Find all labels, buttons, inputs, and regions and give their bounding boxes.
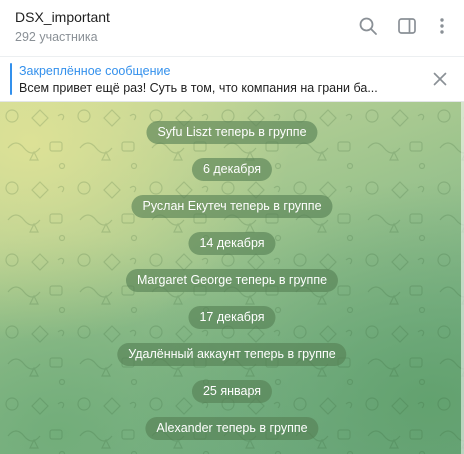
more-button[interactable]	[430, 14, 454, 38]
date-separator[interactable]: 17 декабря	[188, 306, 276, 329]
message-list: Syfu Liszt теперь в группе 6 декабря Рус…	[0, 102, 464, 454]
pinned-message-bar[interactable]: Закреплённое сообщение Всем привет ещё р…	[0, 56, 464, 102]
more-vertical-icon	[440, 18, 444, 34]
chat-header: DSX_important 292 участника	[0, 0, 464, 56]
service-message: Руслан Екутеч теперь в группе	[131, 195, 333, 218]
pinned-title: Закреплённое сообщение	[19, 64, 171, 78]
service-message: Alexander теперь в группе	[145, 417, 319, 440]
member-count[interactable]: 292 участника	[15, 30, 98, 44]
date-separator[interactable]: 6 декабря	[191, 158, 273, 181]
close-icon	[433, 72, 447, 86]
pinned-indicator	[10, 63, 12, 95]
close-pinned-button[interactable]	[432, 71, 448, 87]
search-icon	[359, 17, 377, 35]
pinned-text: Всем привет ещё раз! Суть в том, что ком…	[19, 81, 378, 95]
chat-title[interactable]: DSX_important	[15, 9, 110, 25]
search-button[interactable]	[356, 14, 380, 38]
chat-history[interactable]: Syfu Liszt теперь в группе 6 декабря Рус…	[0, 102, 464, 454]
sidebar-toggle-icon	[398, 18, 416, 34]
service-message: Margaret George теперь в группе	[125, 269, 339, 292]
sidebar-toggle-button[interactable]	[395, 14, 419, 38]
service-message: Syfu Liszt теперь в группе	[146, 121, 318, 144]
date-separator[interactable]: 14 декабря	[188, 232, 276, 255]
date-separator[interactable]: 25 января	[191, 380, 273, 403]
service-message: Удалённый аккаунт теперь в группе	[117, 343, 347, 366]
